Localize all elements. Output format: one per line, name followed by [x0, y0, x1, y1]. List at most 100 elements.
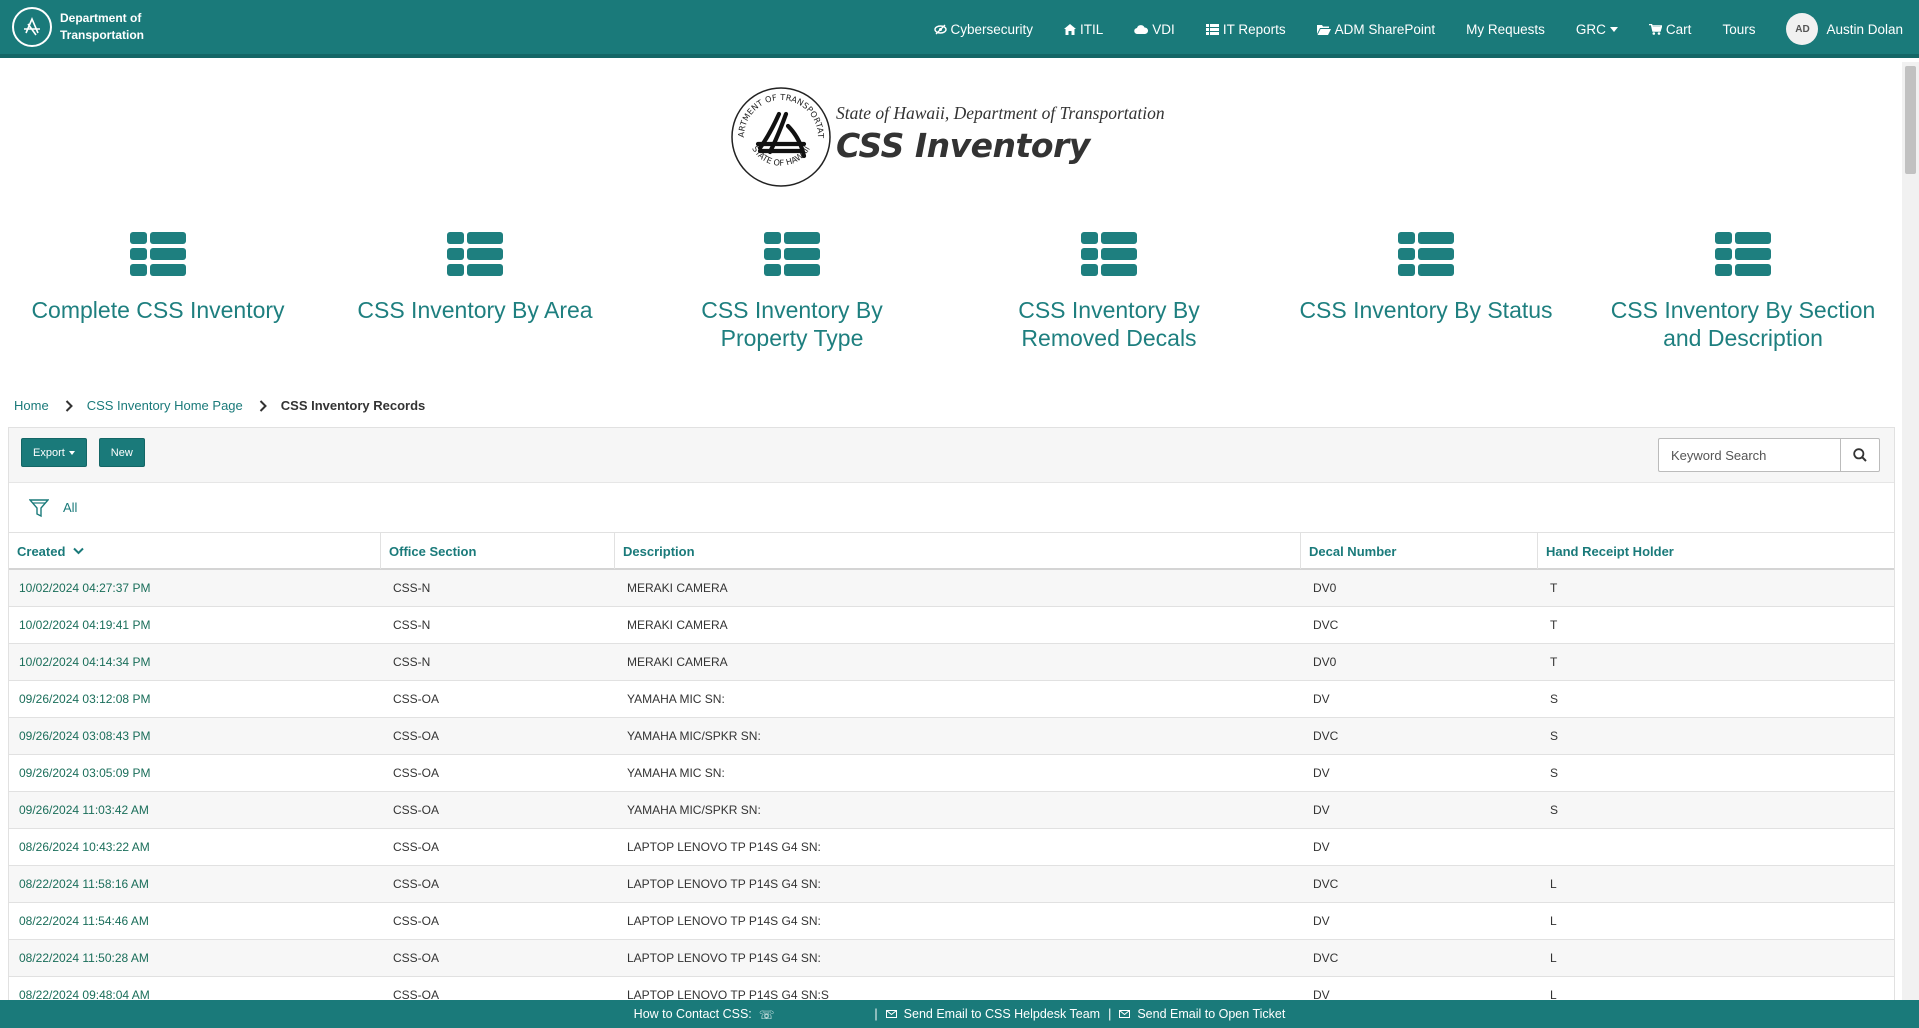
breadcrumb: Home CSS Inventory Home Page CSS Invento…	[14, 398, 425, 413]
envelope-icon	[1119, 1010, 1131, 1018]
export-label: Export	[33, 446, 65, 459]
column-header-hand-receipt-holder[interactable]: Hand Receipt Holder	[1538, 533, 1894, 569]
hand-receipt-holder-cell: L	[1550, 951, 1557, 965]
table-row[interactable]: 09/26/2024 03:05:09 PM CSS-OA YAMAHA MIC S…	[9, 755, 1894, 792]
decal-number-cell: DVC	[1313, 951, 1339, 965]
table-row[interactable]: 10/02/2024 04:19:41 PM CSS-N MERAKI CAMERA…	[9, 607, 1894, 644]
tile-inventory-by-removed-decals[interactable]: CSS Inventory By Removed Decals	[959, 228, 1259, 352]
description-cell: YAMAHA MIC/SPKR SN:	[627, 803, 761, 817]
nav-cart[interactable]: Cart	[1648, 22, 1691, 37]
table-icon	[130, 232, 186, 276]
keyword-search	[1658, 438, 1880, 472]
nav-itil[interactable]: ITIL	[1064, 22, 1103, 37]
brand[interactable]: Department of Transportation	[12, 7, 144, 47]
brand-line2: Transportation	[60, 28, 145, 42]
description-cell: MERAKI CAMERA	[627, 618, 728, 632]
table-row[interactable]: 08/22/2024 11:50:28 AM CSS-OA LAPTOP LENOV…	[9, 940, 1894, 977]
decal-number-cell: DVC	[1313, 877, 1339, 891]
contact-label: How to Contact CSS:	[633, 1007, 752, 1021]
office-section-cell: CSS-OA	[393, 692, 440, 706]
created-cell[interactable]: 09/26/2024 03:08:43 PM	[9, 718, 381, 754]
new-button[interactable]: New	[98, 438, 145, 467]
table-row[interactable]: 10/02/2024 04:14:34 PM CSS-N MERAKI CAMERA…	[9, 644, 1894, 681]
office-section-cell: CSS-OA	[393, 914, 440, 928]
breadcrumb-home[interactable]: Home	[14, 398, 49, 413]
created-cell[interactable]: 10/02/2024 04:19:41 PM	[9, 607, 381, 643]
scrollbar-thumb[interactable]	[1905, 66, 1916, 174]
vertical-scrollbar[interactable]	[1902, 62, 1919, 1000]
created-cell[interactable]: 08/22/2024 11:58:16 AM	[9, 866, 381, 902]
nav-grc-dropdown[interactable]: GRC	[1576, 22, 1618, 37]
created-cell[interactable]: 09/26/2024 03:12:08 PM	[9, 681, 381, 717]
hand-receipt-holder-cell: T	[1550, 581, 1558, 595]
table-row[interactable]: 10/02/2024 04:27:37 PM CSS-N MERAKI CAMERA…	[9, 570, 1894, 607]
table-row[interactable]: 08/22/2024 11:58:16 AM CSS-OA LAPTOP LENOV…	[9, 866, 1894, 903]
tile-inventory-by-property-type[interactable]: CSS Inventory By Property Type	[642, 228, 942, 352]
nav-it-reports[interactable]: IT Reports	[1205, 21, 1286, 37]
created-cell[interactable]: 08/22/2024 11:50:28 AM	[9, 940, 381, 976]
description-cell: LAPTOP LENOVO TP P14S G4 SN:	[627, 840, 821, 854]
column-header-description[interactable]: Description	[615, 533, 1301, 569]
cloud-icon	[1134, 24, 1149, 34]
export-button[interactable]: Export	[21, 438, 87, 467]
tile-inventory-by-area[interactable]: CSS Inventory By Area	[325, 228, 625, 324]
nav-label: IT Reports	[1222, 21, 1286, 37]
table-row[interactable]: 08/26/2024 10:43:22 AM CSS-OA LAPTOP LENOV…	[9, 829, 1894, 866]
created-cell[interactable]: 08/22/2024 11:54:46 AM	[9, 903, 381, 939]
user-menu[interactable]: AD Austin Dolan	[1786, 13, 1903, 45]
filter-icon[interactable]	[29, 498, 49, 518]
filter-all-link[interactable]: All	[63, 500, 77, 515]
chevron-right-icon	[65, 399, 73, 412]
tile-complete-inventory[interactable]: Complete CSS Inventory	[8, 228, 308, 324]
created-cell[interactable]: 09/26/2024 11:03:42 AM	[9, 792, 381, 828]
table-icon	[447, 232, 503, 276]
email-ticket-link[interactable]: Send Email to Open Ticket	[1119, 1007, 1285, 1021]
email-helpdesk-link[interactable]: Send Email to CSS Helpdesk Team	[885, 1007, 1100, 1021]
created-cell[interactable]: 10/02/2024 04:27:37 PM	[9, 570, 381, 606]
decal-number-cell: DV	[1313, 840, 1330, 854]
tile-label: CSS Inventory By Section and Description	[1610, 297, 1876, 351]
hand-receipt-holder-cell: S	[1550, 766, 1559, 780]
created-cell[interactable]: 10/02/2024 04:14:34 PM	[9, 644, 381, 680]
hand-receipt-holder-cell: S	[1550, 803, 1559, 817]
column-header-created[interactable]: Created	[9, 533, 381, 569]
tile-inventory-by-section[interactable]: CSS Inventory By Section and Description	[1593, 228, 1893, 352]
hand-receipt-holder-cell	[1538, 829, 1894, 865]
description-cell: MERAKI CAMERA	[627, 581, 728, 595]
table-row[interactable]: 08/22/2024 11:54:46 AM CSS-OA LAPTOP LENOV…	[9, 903, 1894, 940]
created-cell[interactable]: 09/26/2024 03:05:09 PM	[9, 755, 381, 791]
folder-open-icon	[1316, 24, 1331, 35]
tile-inventory-by-status[interactable]: CSS Inventory By Status	[1276, 228, 1576, 324]
table-row[interactable]: 09/26/2024 03:08:43 PM CSS-OA YAMAHA MIC/S…	[9, 718, 1894, 755]
table-row[interactable]: 09/26/2024 11:03:42 AM CSS-OA YAMAHA MIC/S…	[9, 792, 1894, 829]
nav-label: GRC	[1575, 21, 1606, 37]
table-row[interactable]: 09/26/2024 03:12:08 PM CSS-OA YAMAHA MIC S…	[9, 681, 1894, 718]
created-cell[interactable]: 08/26/2024 10:43:22 AM	[9, 829, 381, 865]
description-cell: MERAKI CAMERA	[627, 655, 728, 669]
page-title: CSS Inventory	[836, 126, 1090, 165]
report-tiles: Complete CSS Inventory CSS Inventory By …	[0, 228, 1900, 358]
nav-label: VDI	[1152, 21, 1175, 37]
description-cell: YAMAHA MIC SN:	[627, 692, 725, 706]
column-header-decal-number[interactable]: Decal Number	[1301, 533, 1538, 569]
hand-receipt-holder-cell: T	[1550, 655, 1558, 669]
office-section-cell: CSS-OA	[393, 840, 440, 854]
breadcrumb-parent[interactable]: CSS Inventory Home Page	[87, 398, 243, 413]
search-input[interactable]	[1658, 438, 1840, 472]
hand-receipt-holder-cell: T	[1550, 618, 1558, 632]
hand-receipt-holder-cell: L	[1550, 914, 1557, 928]
column-header-office-section[interactable]: Office Section	[381, 533, 615, 569]
nav-adm-sharepoint[interactable]: ADM SharePoint	[1316, 22, 1435, 37]
nav-tours[interactable]: Tours	[1722, 22, 1755, 37]
description-cell: LAPTOP LENOVO TP P14S G4 SN:	[627, 951, 821, 965]
table-icon	[764, 232, 820, 276]
search-button[interactable]	[1840, 438, 1880, 472]
nav-vdi[interactable]: VDI	[1134, 22, 1175, 37]
decal-number-cell: DV	[1313, 914, 1330, 928]
chevron-down-icon	[68, 450, 75, 455]
table-icon	[1081, 232, 1137, 276]
nav-cybersecurity[interactable]: Cybersecurity	[933, 22, 1033, 37]
nav-label: ITIL	[1080, 21, 1104, 37]
nav-my-requests[interactable]: My Requests	[1466, 22, 1545, 37]
decal-number-cell: DV0	[1313, 655, 1337, 669]
